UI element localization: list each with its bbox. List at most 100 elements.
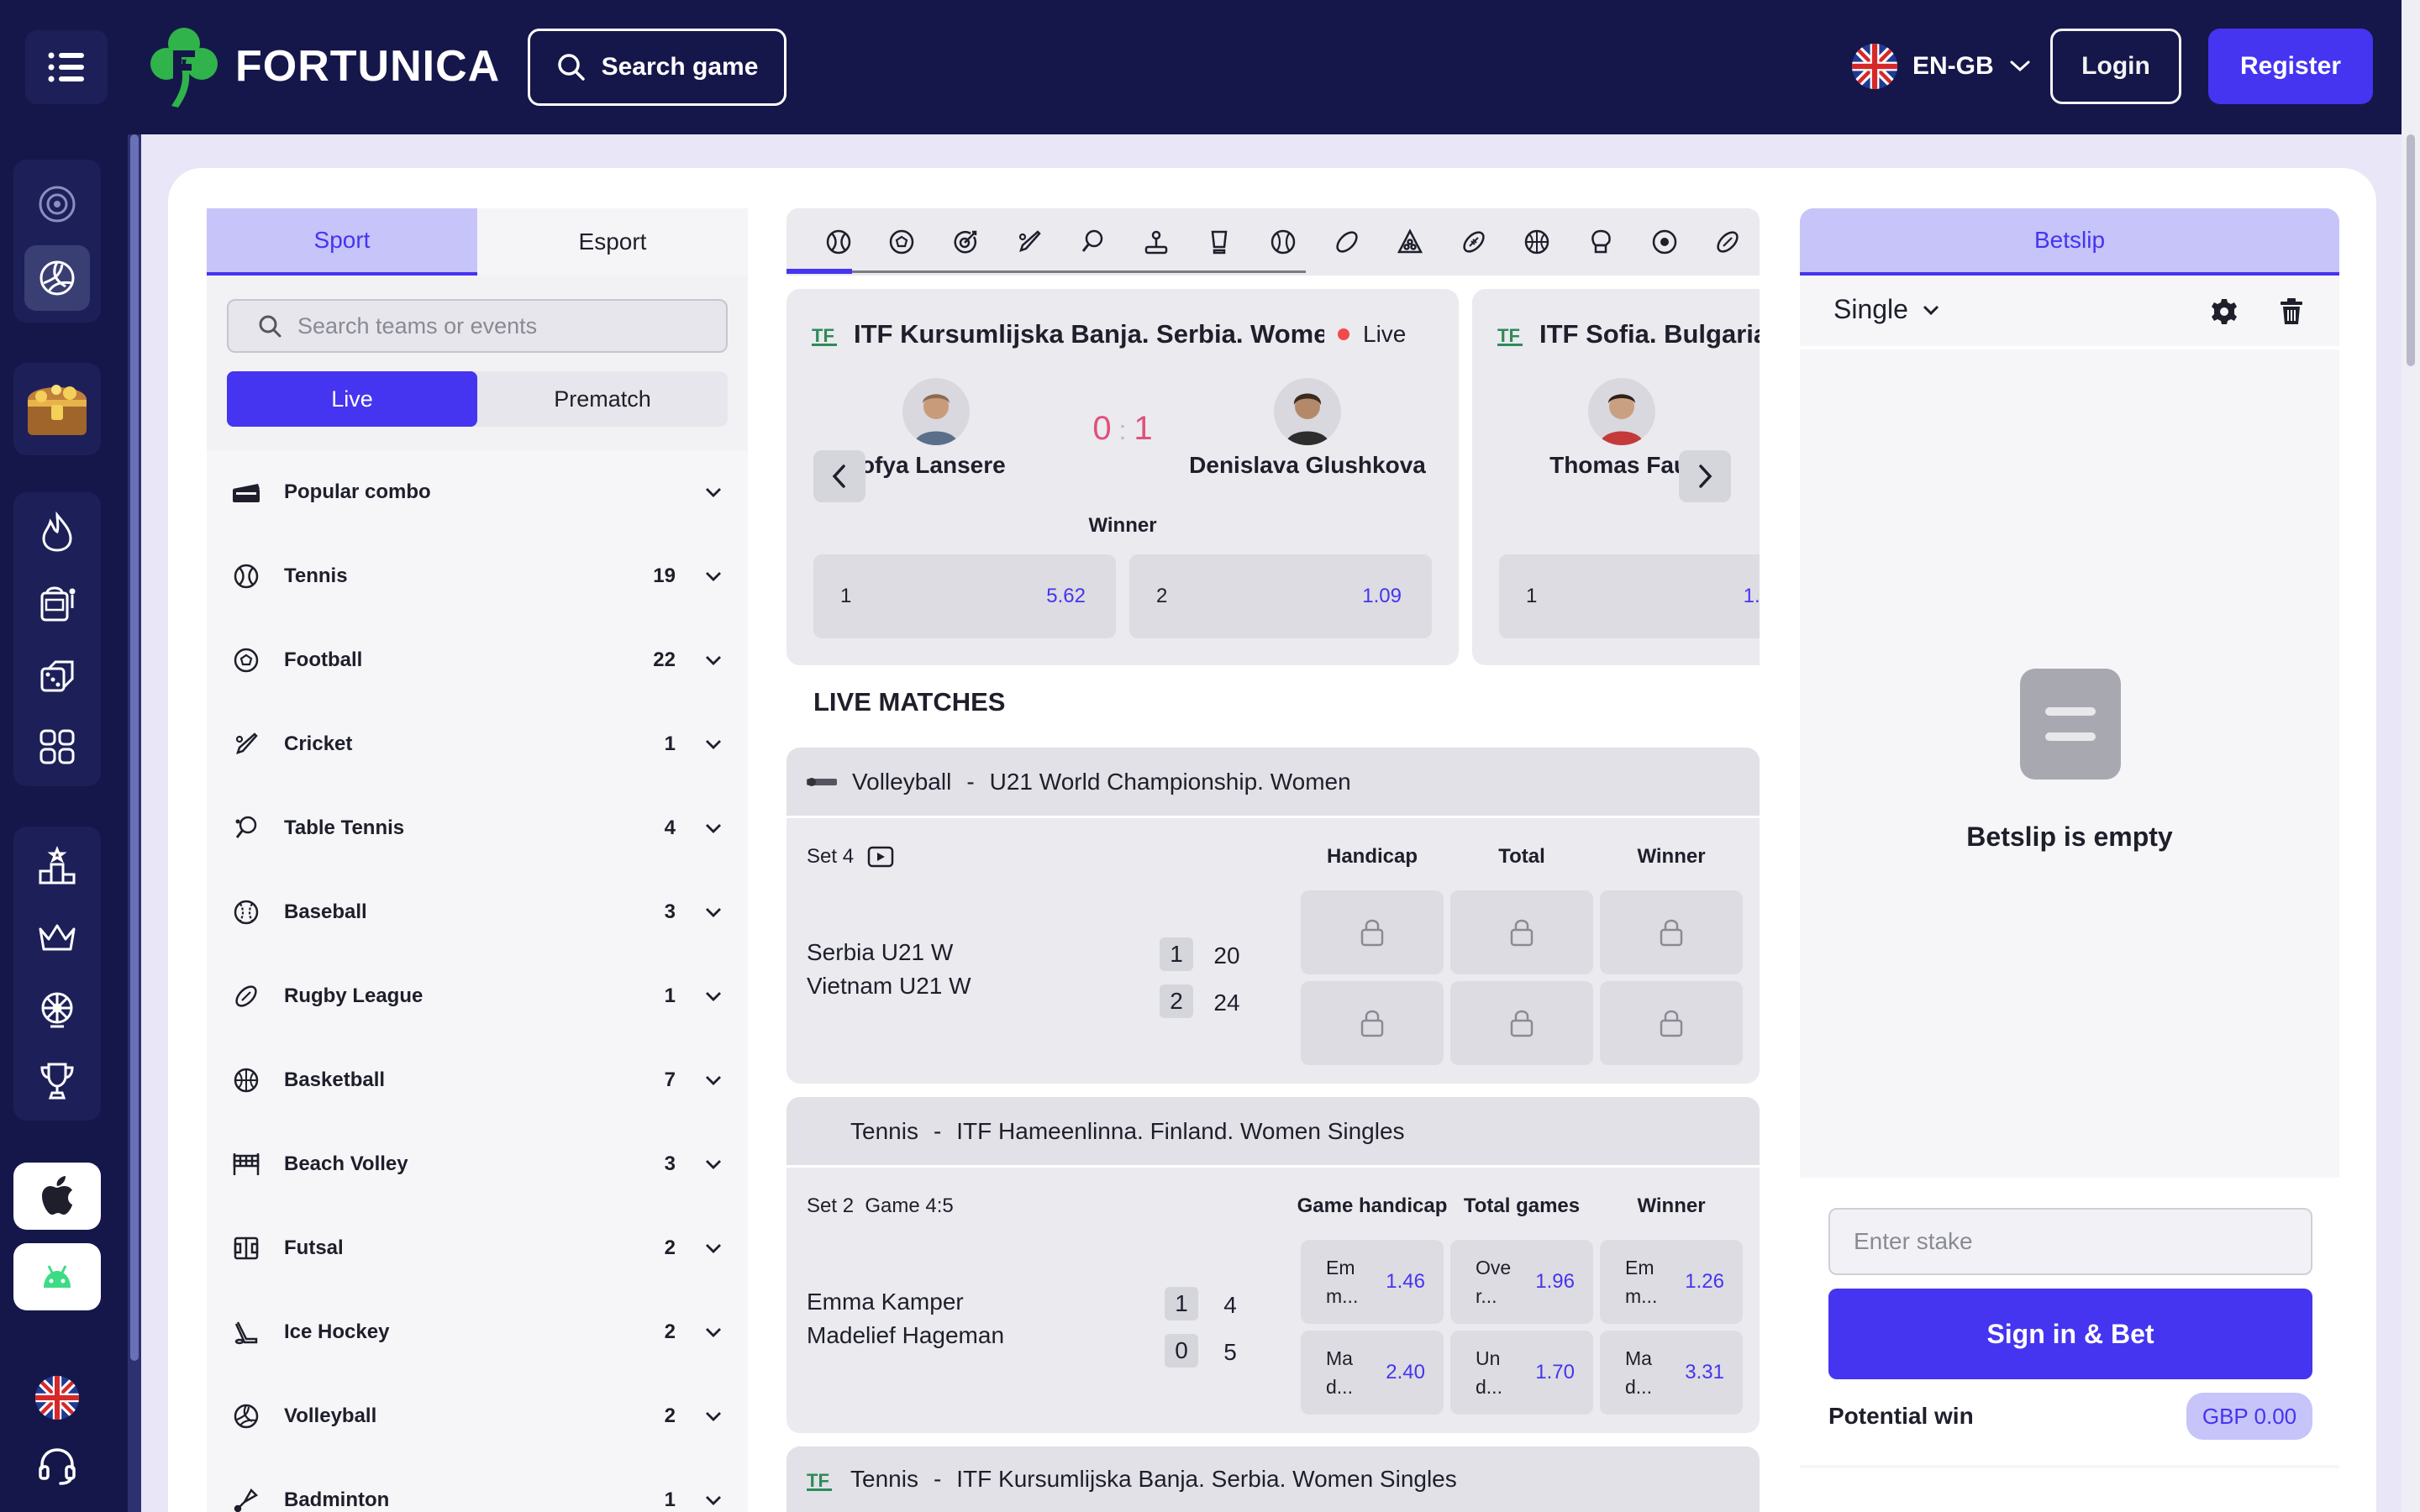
podium-icon[interactable] bbox=[24, 833, 90, 899]
sport-item-badminton[interactable]: Badminton 1 bbox=[207, 1458, 748, 1512]
odd-button[interactable]: 1 5.62 bbox=[813, 554, 1116, 638]
brand-logo[interactable]: FORTUNICA bbox=[148, 25, 500, 108]
gear-icon bbox=[2212, 299, 2237, 324]
cricket-icon[interactable] bbox=[997, 208, 1061, 276]
odd-value: 1.2 bbox=[1743, 585, 1760, 607]
ios-app-button[interactable] bbox=[13, 1163, 101, 1230]
rail-scrollbar[interactable] bbox=[128, 134, 141, 1512]
tennis-icon[interactable] bbox=[807, 208, 871, 276]
carousel-next-button[interactable] bbox=[1679, 450, 1731, 502]
search-game-button[interactable]: Search game bbox=[528, 29, 786, 106]
volleyball-icon[interactable] bbox=[24, 245, 90, 311]
table-tennis-icon[interactable] bbox=[1060, 208, 1124, 276]
sport-item-table-tennis[interactable]: Table Tennis 4 bbox=[207, 786, 748, 870]
uk-flag-icon[interactable] bbox=[35, 1376, 79, 1420]
odd-button[interactable]: Ma d... 3.31 bbox=[1600, 1331, 1743, 1415]
sport-name: Football bbox=[284, 648, 363, 671]
tab-esport[interactable]: Esport bbox=[477, 208, 748, 276]
crown-icon[interactable] bbox=[24, 905, 90, 970]
tab-sport[interactable]: Sport bbox=[207, 208, 477, 276]
team-home[interactable]: Serbia U21 W bbox=[807, 939, 953, 966]
odd-label: Em m... bbox=[1625, 1257, 1658, 1307]
wheel-icon[interactable] bbox=[24, 977, 90, 1042]
snooker-icon[interactable] bbox=[1378, 208, 1442, 276]
apple-icon bbox=[42, 1176, 72, 1215]
stake-input[interactable]: Enter stake bbox=[1828, 1208, 2312, 1275]
bet-type-dropdown[interactable]: Single bbox=[1833, 294, 1940, 325]
login-button[interactable]: Login bbox=[2050, 29, 2181, 104]
odd-button[interactable]: 2 1.09 bbox=[1129, 554, 1432, 638]
darts-icon[interactable] bbox=[934, 208, 997, 276]
roulette-icon[interactable] bbox=[24, 171, 90, 237]
treasure-chest-icon[interactable] bbox=[17, 369, 97, 449]
language-selector[interactable]: EN-GB bbox=[1852, 39, 2031, 94]
betslip-settings-button[interactable] bbox=[2210, 297, 2238, 326]
page-scrollbar[interactable] bbox=[2402, 0, 2420, 1512]
chevron-left-icon bbox=[832, 465, 845, 488]
potential-win-value: GBP 0.00 bbox=[2186, 1393, 2312, 1440]
sport-item-ice-hockey[interactable]: Ice Hockey 2 bbox=[207, 1290, 748, 1374]
fire-icon[interactable] bbox=[24, 499, 90, 564]
team-away[interactable]: Madelief Hageman bbox=[807, 1322, 1004, 1349]
sport-item-football[interactable]: Football 22 bbox=[207, 618, 748, 702]
featured-match-card[interactable]: TF ITF Kursumlijska Banja. Serbia. Women… bbox=[786, 289, 1459, 665]
headset-icon[interactable] bbox=[37, 1445, 77, 1485]
odd-button[interactable]: Em m... 1.26 bbox=[1600, 1240, 1743, 1324]
menu-button[interactable] bbox=[25, 30, 108, 104]
carousel-prev-button[interactable] bbox=[813, 450, 865, 502]
sport-item-basketball[interactable]: Basketball 7 bbox=[207, 1038, 748, 1122]
android-app-button[interactable] bbox=[13, 1243, 101, 1310]
slot-machine-icon[interactable] bbox=[24, 570, 90, 636]
lock-icon bbox=[1660, 1010, 1683, 1037]
sport-item-cricket[interactable]: Cricket 1 bbox=[207, 702, 748, 786]
chevron-down-icon bbox=[706, 824, 721, 833]
american-football-icon[interactable] bbox=[1442, 208, 1506, 276]
dice-icon[interactable] bbox=[24, 643, 90, 708]
odd-label: Un d... bbox=[1476, 1347, 1502, 1398]
league-header[interactable]: Volleyball - U21 World Championship. Wom… bbox=[786, 748, 1760, 818]
odd-button[interactable]: Ove r... 1.96 bbox=[1450, 1240, 1593, 1324]
teams-search-input[interactable]: Search teams or events bbox=[227, 299, 728, 353]
odd-value: 5.62 bbox=[1046, 585, 1086, 607]
badminton-icon bbox=[234, 1488, 259, 1512]
sport-item-tennis[interactable]: Tennis 19 bbox=[207, 534, 748, 618]
player-avatar-home bbox=[902, 378, 970, 445]
sport-item-popular-combo[interactable]: Popular combo bbox=[207, 450, 748, 534]
sport-item-rugby-league[interactable]: Rugby League 1 bbox=[207, 954, 748, 1038]
cup-icon[interactable] bbox=[1188, 208, 1252, 276]
basketball-icon[interactable] bbox=[1506, 208, 1570, 276]
football-icon[interactable] bbox=[871, 208, 934, 276]
chevron-down-icon bbox=[706, 1244, 721, 1253]
sport-item-futsal[interactable]: Futsal 2 bbox=[207, 1206, 748, 1290]
team-home[interactable]: Emma Kamper bbox=[807, 1289, 964, 1315]
rugby-icon[interactable] bbox=[1315, 208, 1379, 276]
live-stream-icon[interactable] bbox=[867, 846, 894, 868]
grid-icon[interactable] bbox=[24, 714, 90, 780]
odd-button[interactable]: Ma d... 2.40 bbox=[1301, 1331, 1444, 1415]
chevron-down-icon bbox=[706, 572, 721, 581]
sign-in-bet-button[interactable]: Sign in & Bet bbox=[1828, 1289, 2312, 1379]
boxing-glove-icon[interactable] bbox=[1569, 208, 1633, 276]
odd-button[interactable]: Em m... 1.46 bbox=[1301, 1240, 1444, 1324]
sport-name: Popular combo bbox=[284, 480, 431, 503]
joystick-icon[interactable] bbox=[1124, 208, 1188, 276]
sport-item-baseball[interactable]: Baseball 3 bbox=[207, 870, 748, 954]
prematch-toggle[interactable]: Prematch bbox=[477, 371, 728, 427]
sport-item-beach-volley[interactable]: Beach Volley 3 bbox=[207, 1122, 748, 1206]
team-away[interactable]: Vietnam U21 W bbox=[807, 973, 971, 1000]
period-label: Set 4 bbox=[807, 845, 855, 868]
register-button[interactable]: Register bbox=[2208, 29, 2373, 104]
league-header[interactable]: Tennis - ITF Hameenlinna. Finland. Women… bbox=[786, 1097, 1760, 1168]
live-toggle[interactable]: Live bbox=[227, 371, 477, 427]
league-header[interactable]: TF Tennis - ITF Kursumlijska Banja. Serb… bbox=[786, 1446, 1760, 1512]
trophy-icon[interactable] bbox=[24, 1048, 90, 1114]
betslip-clear-button[interactable] bbox=[2279, 297, 2304, 326]
odd-button[interactable]: Un d... 1.70 bbox=[1450, 1331, 1593, 1415]
odd-value: 3.31 bbox=[1685, 1361, 1724, 1383]
svg-text:TF: TF bbox=[812, 325, 834, 346]
baseball-icon[interactable] bbox=[1251, 208, 1315, 276]
rugby-union-icon[interactable] bbox=[1696, 208, 1760, 276]
sport-item-volleyball[interactable]: Volleyball 2 bbox=[207, 1374, 748, 1458]
odd-button[interactable]: 1 1.2 bbox=[1499, 554, 1760, 638]
water-polo-icon[interactable] bbox=[1633, 208, 1697, 276]
